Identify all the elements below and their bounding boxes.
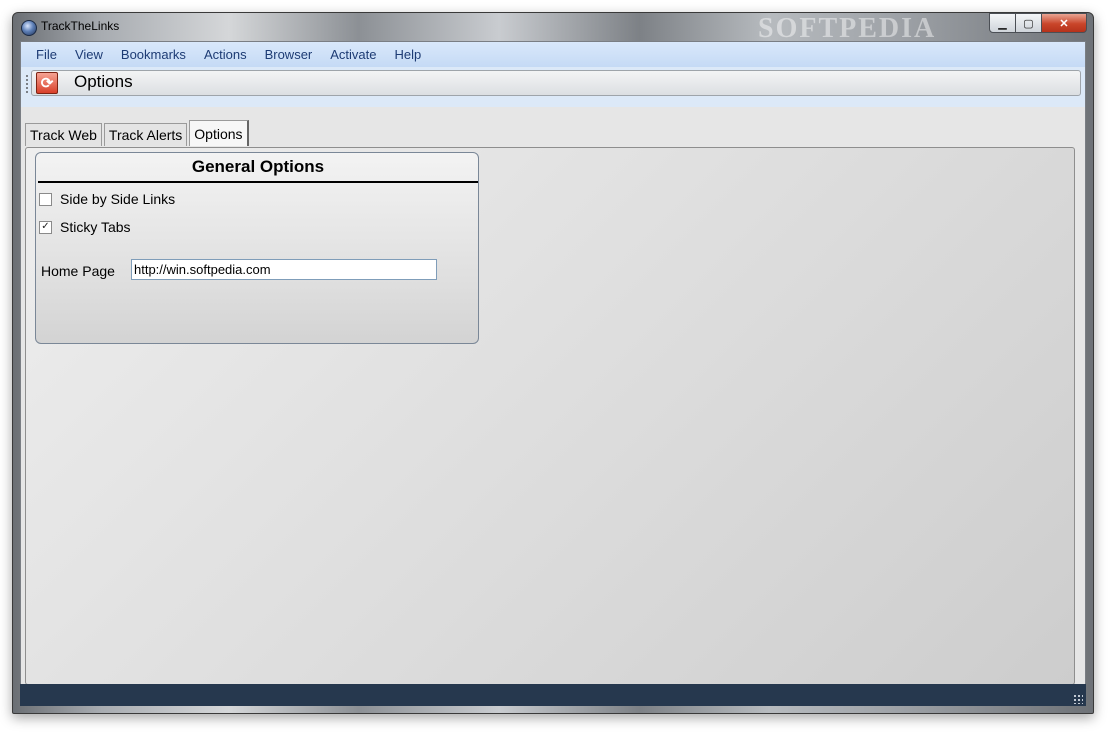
menu-help[interactable]: Help — [386, 47, 431, 62]
general-options-group: General Options Side by Side Links ✓ Sti… — [35, 152, 479, 344]
client-area: File View Bookmarks Actions Browser Acti… — [20, 41, 1086, 685]
minimize-button[interactable]: ▁ — [989, 13, 1016, 33]
toolbar: ⟳ Options — [26, 70, 1081, 96]
close-icon: ✕ — [1059, 17, 1069, 30]
title-bar[interactable]: TrackTheLinks SOFTPEDIA ▁ ▢ ✕ — [13, 13, 1093, 44]
menu-bookmarks[interactable]: Bookmarks — [112, 47, 195, 62]
side-by-side-links-label: Side by Side Links — [60, 191, 176, 207]
toolbar-area: ⟳ Options — [21, 67, 1085, 107]
options-panel: General Options Side by Side Links ✓ Sti… — [25, 147, 1075, 685]
home-page-input[interactable] — [131, 259, 437, 280]
minimize-icon: ▁ — [998, 17, 1007, 30]
close-button[interactable]: ✕ — [1042, 13, 1087, 33]
refresh-icon[interactable]: ⟳ — [36, 72, 58, 94]
menu-bar: File View Bookmarks Actions Browser Acti… — [21, 42, 1085, 67]
side-by-side-links-checkbox[interactable] — [39, 192, 52, 206]
tab-options[interactable]: Options — [189, 120, 249, 146]
app-window: TrackTheLinks SOFTPEDIA ▁ ▢ ✕ File View … — [12, 12, 1094, 714]
app-icon[interactable] — [21, 20, 37, 36]
tab-strip: Track Web Track Alerts Options — [25, 120, 251, 146]
sticky-tabs-option[interactable]: ✓ Sticky Tabs — [39, 219, 131, 235]
group-title: General Options — [38, 153, 478, 183]
menu-actions[interactable]: Actions — [195, 47, 256, 62]
menu-activate[interactable]: Activate — [321, 47, 385, 62]
tab-track-web[interactable]: Track Web — [25, 123, 102, 146]
window-controls: ▁ ▢ ✕ — [989, 13, 1087, 33]
menu-view[interactable]: View — [66, 47, 112, 62]
sticky-tabs-label: Sticky Tabs — [60, 219, 131, 235]
window-title: TrackTheLinks — [41, 19, 120, 33]
resize-grip-icon[interactable] — [1073, 694, 1083, 704]
sticky-tabs-checkbox[interactable]: ✓ — [39, 220, 52, 234]
home-page-label: Home Page — [41, 263, 115, 279]
maximize-button[interactable]: ▢ — [1016, 13, 1042, 33]
menu-browser[interactable]: Browser — [256, 47, 322, 62]
tab-track-alerts[interactable]: Track Alerts — [103, 123, 188, 146]
status-bar — [20, 684, 1086, 706]
toolbar-grip-handle[interactable] — [26, 75, 28, 93]
menu-file[interactable]: File — [27, 47, 66, 62]
toolbar-title: Options — [74, 72, 133, 91]
side-by-side-links-option[interactable]: Side by Side Links — [39, 191, 175, 207]
maximize-icon: ▢ — [1023, 17, 1034, 30]
